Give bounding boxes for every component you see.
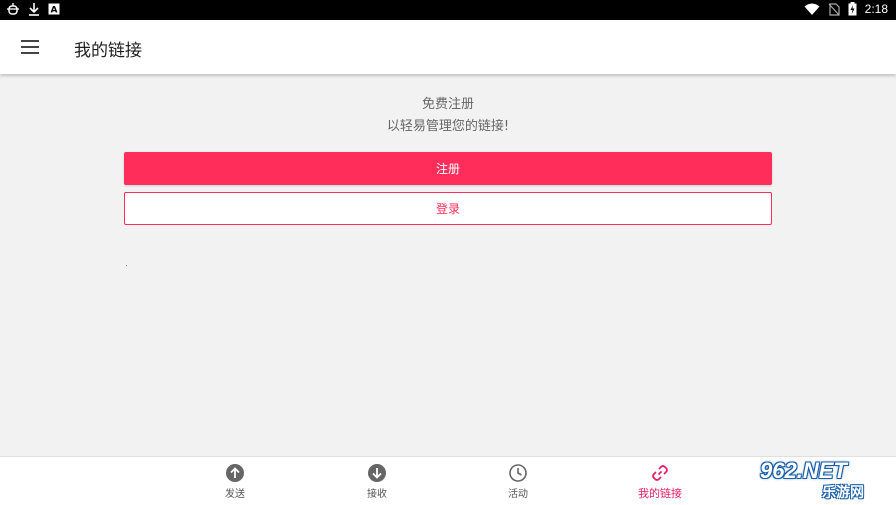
watermark-main: 962.NET [760, 458, 847, 483]
intro-subtext: 以轻易管理您的链接! [386, 119, 510, 134]
nav-label-activity: 活动 [508, 489, 528, 500]
svg-text:A: A [51, 6, 58, 16]
nav-item-my-links[interactable]: 我的链接 [615, 457, 705, 505]
download-icon [368, 464, 386, 482]
status-bar: A 2:18 [0, 0, 896, 20]
register-button[interactable]: 注册 [124, 152, 772, 185]
no-sim-icon [828, 2, 840, 16]
nav-label-my-links: 我的链接 [638, 487, 682, 500]
menu-icon[interactable] [16, 33, 44, 61]
wifi-icon [804, 3, 820, 15]
nav-item-receive[interactable]: 接收 [332, 457, 422, 505]
download-icon [29, 3, 39, 16]
app-bar: 我的链接 [0, 20, 896, 74]
nav-item-send[interactable]: 发送 [190, 457, 280, 505]
watermark-logo: 962.NET 乐游网 [752, 458, 892, 502]
bug-icon [7, 3, 19, 15]
upload-icon [226, 464, 244, 482]
battery-icon [848, 2, 857, 16]
divider-dot [126, 265, 127, 266]
nav-label-receive: 接收 [367, 489, 387, 500]
status-time: 2:18 [864, 2, 888, 16]
clock-icon [509, 464, 527, 482]
intro-heading: 免费注册 [421, 97, 474, 112]
nav-label-send: 发送 [225, 489, 245, 500]
watermark-sub: 乐游网 [822, 485, 864, 501]
a-icon: A [48, 3, 60, 15]
login-button[interactable]: 登录 [124, 192, 772, 225]
link-icon [652, 465, 668, 481]
nav-item-activity[interactable]: 活动 [473, 457, 563, 505]
page-title: 我的链接 [74, 41, 142, 61]
